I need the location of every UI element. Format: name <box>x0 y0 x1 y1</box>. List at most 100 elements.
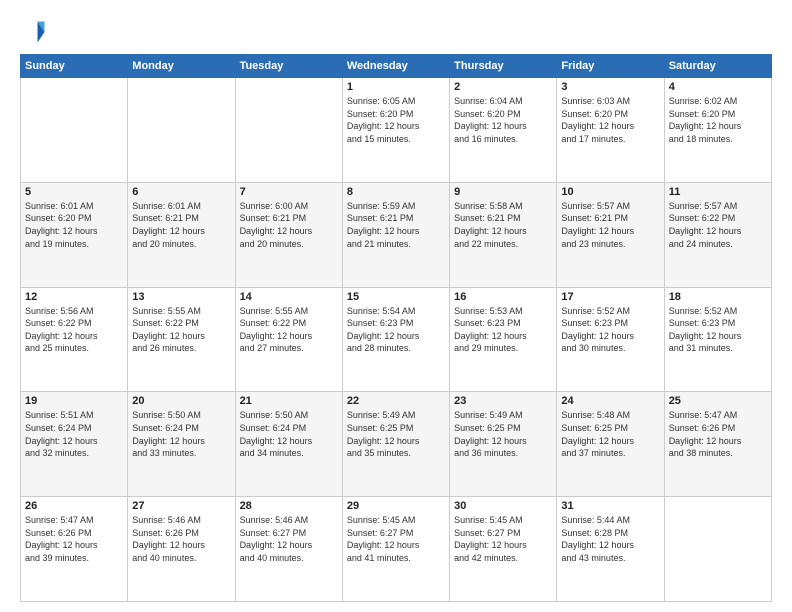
calendar-cell: 11Sunrise: 5:57 AM Sunset: 6:22 PM Dayli… <box>664 182 771 287</box>
day-number: 26 <box>25 500 123 512</box>
day-number: 14 <box>240 291 338 303</box>
day-number: 12 <box>25 291 123 303</box>
calendar-cell: 17Sunrise: 5:52 AM Sunset: 6:23 PM Dayli… <box>557 287 664 392</box>
calendar-cell: 16 Sunrise: 5:53 AM Sunset: 6:23 PM Dayli… <box>450 287 557 392</box>
day-number: 10 <box>561 186 659 198</box>
day-info: Sunrise: 5:51 AM Sunset: 6:24 PM Dayligh… <box>25 409 123 459</box>
calendar-cell: 21 Sunrise: 5:50 AM Sunset: 6:24 PM Dayli… <box>235 392 342 497</box>
calendar-cell: 15 Sunrise: 5:54 AM Sunset: 6:23 PM Dayli… <box>342 287 449 392</box>
calendar-cell: 22 Sunrise: 5:49 AM Sunset: 6:25 PM Dayli… <box>342 392 449 497</box>
day-number: 22 <box>347 395 445 407</box>
calendar-cell <box>235 78 342 183</box>
day-number: 23 <box>454 395 552 407</box>
weekday-header-thursday: Thursday <box>450 55 557 78</box>
day-info: Sunrise: 5:50 AM Sunset: 6:24 PM Dayligh… <box>240 409 338 459</box>
calendar-cell: 3 Sunrise: 6:03 AM Sunset: 6:20 PM Daylig… <box>557 78 664 183</box>
day-info: Sunrise: 5:45 AM Sunset: 6:27 PM Dayligh… <box>347 514 445 564</box>
day-number: 17 <box>561 291 659 303</box>
day-info: Sunrise: 5:58 AM Sunset: 6:21 PM Dayligh… <box>454 200 552 250</box>
day-number: 3 <box>561 81 659 93</box>
day-number: 21 <box>240 395 338 407</box>
weekday-header-row: SundayMondayTuesdayWednesdayThursdayFrid… <box>21 55 772 78</box>
calendar-week-row: 1 Sunrise: 6:05 AM Sunset: 6:20 PM Daylig… <box>21 78 772 183</box>
day-number: 25 <box>669 395 767 407</box>
header <box>20 18 772 46</box>
calendar-cell: 12 Sunrise: 5:56 AM Sunset: 6:22 PM Dayli… <box>21 287 128 392</box>
calendar-cell: 23 Sunrise: 5:49 AM Sunset: 6:25 PM Dayli… <box>450 392 557 497</box>
day-number: 5 <box>25 186 123 198</box>
day-info: Sunrise: 5:54 AM Sunset: 6:23 PM Dayligh… <box>347 305 445 355</box>
day-info: Sunrise: 6:00 AM Sunset: 6:21 PM Dayligh… <box>240 200 338 250</box>
day-number: 1 <box>347 81 445 93</box>
day-number: 28 <box>240 500 338 512</box>
day-number: 20 <box>132 395 230 407</box>
calendar-cell: 25 Sunrise: 5:47 AM Sunset: 6:26 PM Dayli… <box>664 392 771 497</box>
logo-icon <box>20 18 48 46</box>
day-info: Sunrise: 5:45 AM Sunset: 6:27 PM Dayligh… <box>454 514 552 564</box>
calendar-cell: 18 Sunrise: 5:52 AM Sunset: 6:23 PM Dayli… <box>664 287 771 392</box>
logo <box>20 18 52 46</box>
day-info: Sunrise: 5:44 AM Sunset: 6:28 PM Dayligh… <box>561 514 659 564</box>
calendar-cell <box>664 497 771 602</box>
calendar-week-row: 19Sunrise: 5:51 AM Sunset: 6:24 PM Dayli… <box>21 392 772 497</box>
calendar-week-row: 12 Sunrise: 5:56 AM Sunset: 6:22 PM Dayli… <box>21 287 772 392</box>
day-info: Sunrise: 5:57 AM Sunset: 6:21 PM Dayligh… <box>561 200 659 250</box>
calendar-cell: 29Sunrise: 5:45 AM Sunset: 6:27 PM Dayli… <box>342 497 449 602</box>
day-number: 18 <box>669 291 767 303</box>
day-info: Sunrise: 5:49 AM Sunset: 6:25 PM Dayligh… <box>454 409 552 459</box>
calendar-cell: 24 Sunrise: 5:48 AM Sunset: 6:25 PM Dayli… <box>557 392 664 497</box>
calendar-cell <box>128 78 235 183</box>
calendar-cell: 13 Sunrise: 5:55 AM Sunset: 6:22 PM Dayli… <box>128 287 235 392</box>
day-number: 16 <box>454 291 552 303</box>
calendar-cell: 14 Sunrise: 5:55 AM Sunset: 6:22 PM Dayli… <box>235 287 342 392</box>
weekday-header-saturday: Saturday <box>664 55 771 78</box>
day-info: Sunrise: 5:49 AM Sunset: 6:25 PM Dayligh… <box>347 409 445 459</box>
calendar-cell: 19Sunrise: 5:51 AM Sunset: 6:24 PM Dayli… <box>21 392 128 497</box>
day-number: 30 <box>454 500 552 512</box>
day-info: Sunrise: 5:52 AM Sunset: 6:23 PM Dayligh… <box>669 305 767 355</box>
weekday-header-friday: Friday <box>557 55 664 78</box>
day-info: Sunrise: 5:48 AM Sunset: 6:25 PM Dayligh… <box>561 409 659 459</box>
day-info: Sunrise: 5:56 AM Sunset: 6:22 PM Dayligh… <box>25 305 123 355</box>
day-number: 8 <box>347 186 445 198</box>
calendar-cell: 8Sunrise: 5:59 AM Sunset: 6:21 PM Daylig… <box>342 182 449 287</box>
day-info: Sunrise: 6:01 AM Sunset: 6:20 PM Dayligh… <box>25 200 123 250</box>
calendar-cell: 1 Sunrise: 6:05 AM Sunset: 6:20 PM Daylig… <box>342 78 449 183</box>
calendar-cell: 2Sunrise: 6:04 AM Sunset: 6:20 PM Daylig… <box>450 78 557 183</box>
day-number: 13 <box>132 291 230 303</box>
day-number: 6 <box>132 186 230 198</box>
calendar-cell: 7 Sunrise: 6:00 AM Sunset: 6:21 PM Daylig… <box>235 182 342 287</box>
day-info: Sunrise: 6:01 AM Sunset: 6:21 PM Dayligh… <box>132 200 230 250</box>
page: SundayMondayTuesdayWednesdayThursdayFrid… <box>0 0 792 612</box>
day-number: 9 <box>454 186 552 198</box>
day-info: Sunrise: 5:47 AM Sunset: 6:26 PM Dayligh… <box>25 514 123 564</box>
calendar-cell: 20 Sunrise: 5:50 AM Sunset: 6:24 PM Dayli… <box>128 392 235 497</box>
day-info: Sunrise: 6:03 AM Sunset: 6:20 PM Dayligh… <box>561 95 659 145</box>
day-info: Sunrise: 5:53 AM Sunset: 6:23 PM Dayligh… <box>454 305 552 355</box>
calendar-cell: 6 Sunrise: 6:01 AM Sunset: 6:21 PM Daylig… <box>128 182 235 287</box>
day-number: 2 <box>454 81 552 93</box>
day-number: 7 <box>240 186 338 198</box>
day-info: Sunrise: 5:50 AM Sunset: 6:24 PM Dayligh… <box>132 409 230 459</box>
day-number: 15 <box>347 291 445 303</box>
day-number: 24 <box>561 395 659 407</box>
calendar-cell: 31 Sunrise: 5:44 AM Sunset: 6:28 PM Dayli… <box>557 497 664 602</box>
day-number: 27 <box>132 500 230 512</box>
calendar-week-row: 26 Sunrise: 5:47 AM Sunset: 6:26 PM Dayli… <box>21 497 772 602</box>
calendar-cell: 10 Sunrise: 5:57 AM Sunset: 6:21 PM Dayli… <box>557 182 664 287</box>
calendar-cell: 27 Sunrise: 5:46 AM Sunset: 6:26 PM Dayli… <box>128 497 235 602</box>
day-info: Sunrise: 5:55 AM Sunset: 6:22 PM Dayligh… <box>240 305 338 355</box>
calendar-cell: 26 Sunrise: 5:47 AM Sunset: 6:26 PM Dayli… <box>21 497 128 602</box>
weekday-header-wednesday: Wednesday <box>342 55 449 78</box>
day-number: 31 <box>561 500 659 512</box>
day-info: Sunrise: 6:05 AM Sunset: 6:20 PM Dayligh… <box>347 95 445 145</box>
day-number: 11 <box>669 186 767 198</box>
weekday-header-sunday: Sunday <box>21 55 128 78</box>
calendar-cell <box>21 78 128 183</box>
day-info: Sunrise: 5:55 AM Sunset: 6:22 PM Dayligh… <box>132 305 230 355</box>
weekday-header-monday: Monday <box>128 55 235 78</box>
calendar-table: SundayMondayTuesdayWednesdayThursdayFrid… <box>20 54 772 602</box>
day-info: Sunrise: 5:47 AM Sunset: 6:26 PM Dayligh… <box>669 409 767 459</box>
day-info: Sunrise: 5:46 AM Sunset: 6:26 PM Dayligh… <box>132 514 230 564</box>
day-info: Sunrise: 5:46 AM Sunset: 6:27 PM Dayligh… <box>240 514 338 564</box>
